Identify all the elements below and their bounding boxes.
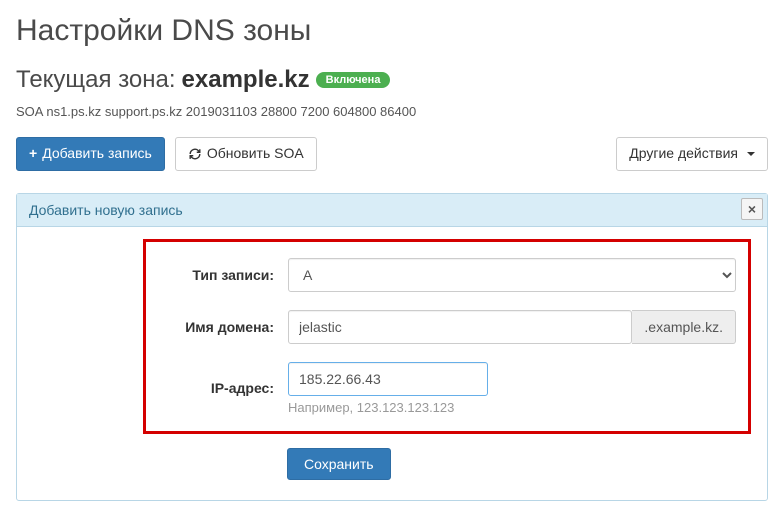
record-type-select[interactable]: A	[288, 258, 736, 292]
refresh-soa-label: Обновить SOA	[207, 144, 304, 164]
add-record-button[interactable]: Добавить запись	[16, 137, 165, 171]
ip-address-input[interactable]	[288, 362, 488, 396]
zone-status-badge: Включена	[316, 72, 391, 88]
highlighted-form-area: Тип записи: A Имя домена: .example.kz. I…	[143, 239, 751, 434]
panel-heading-text: Добавить новую запись	[29, 202, 183, 218]
add-record-label: Добавить запись	[42, 144, 152, 164]
zone-name: example.kz	[182, 66, 310, 94]
plus-icon	[29, 144, 37, 164]
close-panel-button[interactable]: ×	[741, 198, 763, 220]
domain-name-label: Имя домена:	[158, 319, 288, 335]
domain-name-row: Имя домена: .example.kz.	[158, 310, 736, 344]
chevron-down-icon	[747, 152, 755, 156]
save-row: Сохранить	[287, 448, 751, 480]
other-actions-button[interactable]: Другие действия	[616, 137, 768, 171]
record-type-row: Тип записи: A	[158, 258, 736, 292]
domain-suffix-addon: .example.kz.	[632, 310, 736, 344]
ip-address-hint: Например, 123.123.123.123	[288, 400, 736, 415]
add-record-panel: Добавить новую запись × Тип записи: A Им…	[16, 193, 768, 501]
record-type-label: Тип записи:	[158, 267, 288, 283]
current-zone-line: Текущая зона: example.kz Включена	[16, 66, 768, 94]
ip-address-label: IP-адрес:	[158, 380, 288, 396]
page-title: Настройки DNS зоны	[16, 14, 768, 48]
panel-body: Тип записи: A Имя домена: .example.kz. I…	[17, 227, 767, 500]
refresh-icon	[188, 147, 202, 161]
panel-heading: Добавить новую запись ×	[17, 194, 767, 227]
toolbar: Добавить запись Обновить SOA Другие дейс…	[16, 137, 768, 171]
current-zone-label: Текущая зона:	[16, 66, 176, 94]
close-icon: ×	[748, 201, 756, 217]
ip-address-row: IP-адрес: Например, 123.123.123.123	[158, 362, 736, 415]
soa-record-text: SOA ns1.ps.kz support.ps.kz 2019031103 2…	[16, 104, 768, 119]
save-button[interactable]: Сохранить	[287, 448, 391, 480]
other-actions-label: Другие действия	[629, 144, 738, 164]
domain-name-input[interactable]	[288, 310, 632, 344]
refresh-soa-button[interactable]: Обновить SOA	[175, 137, 317, 171]
